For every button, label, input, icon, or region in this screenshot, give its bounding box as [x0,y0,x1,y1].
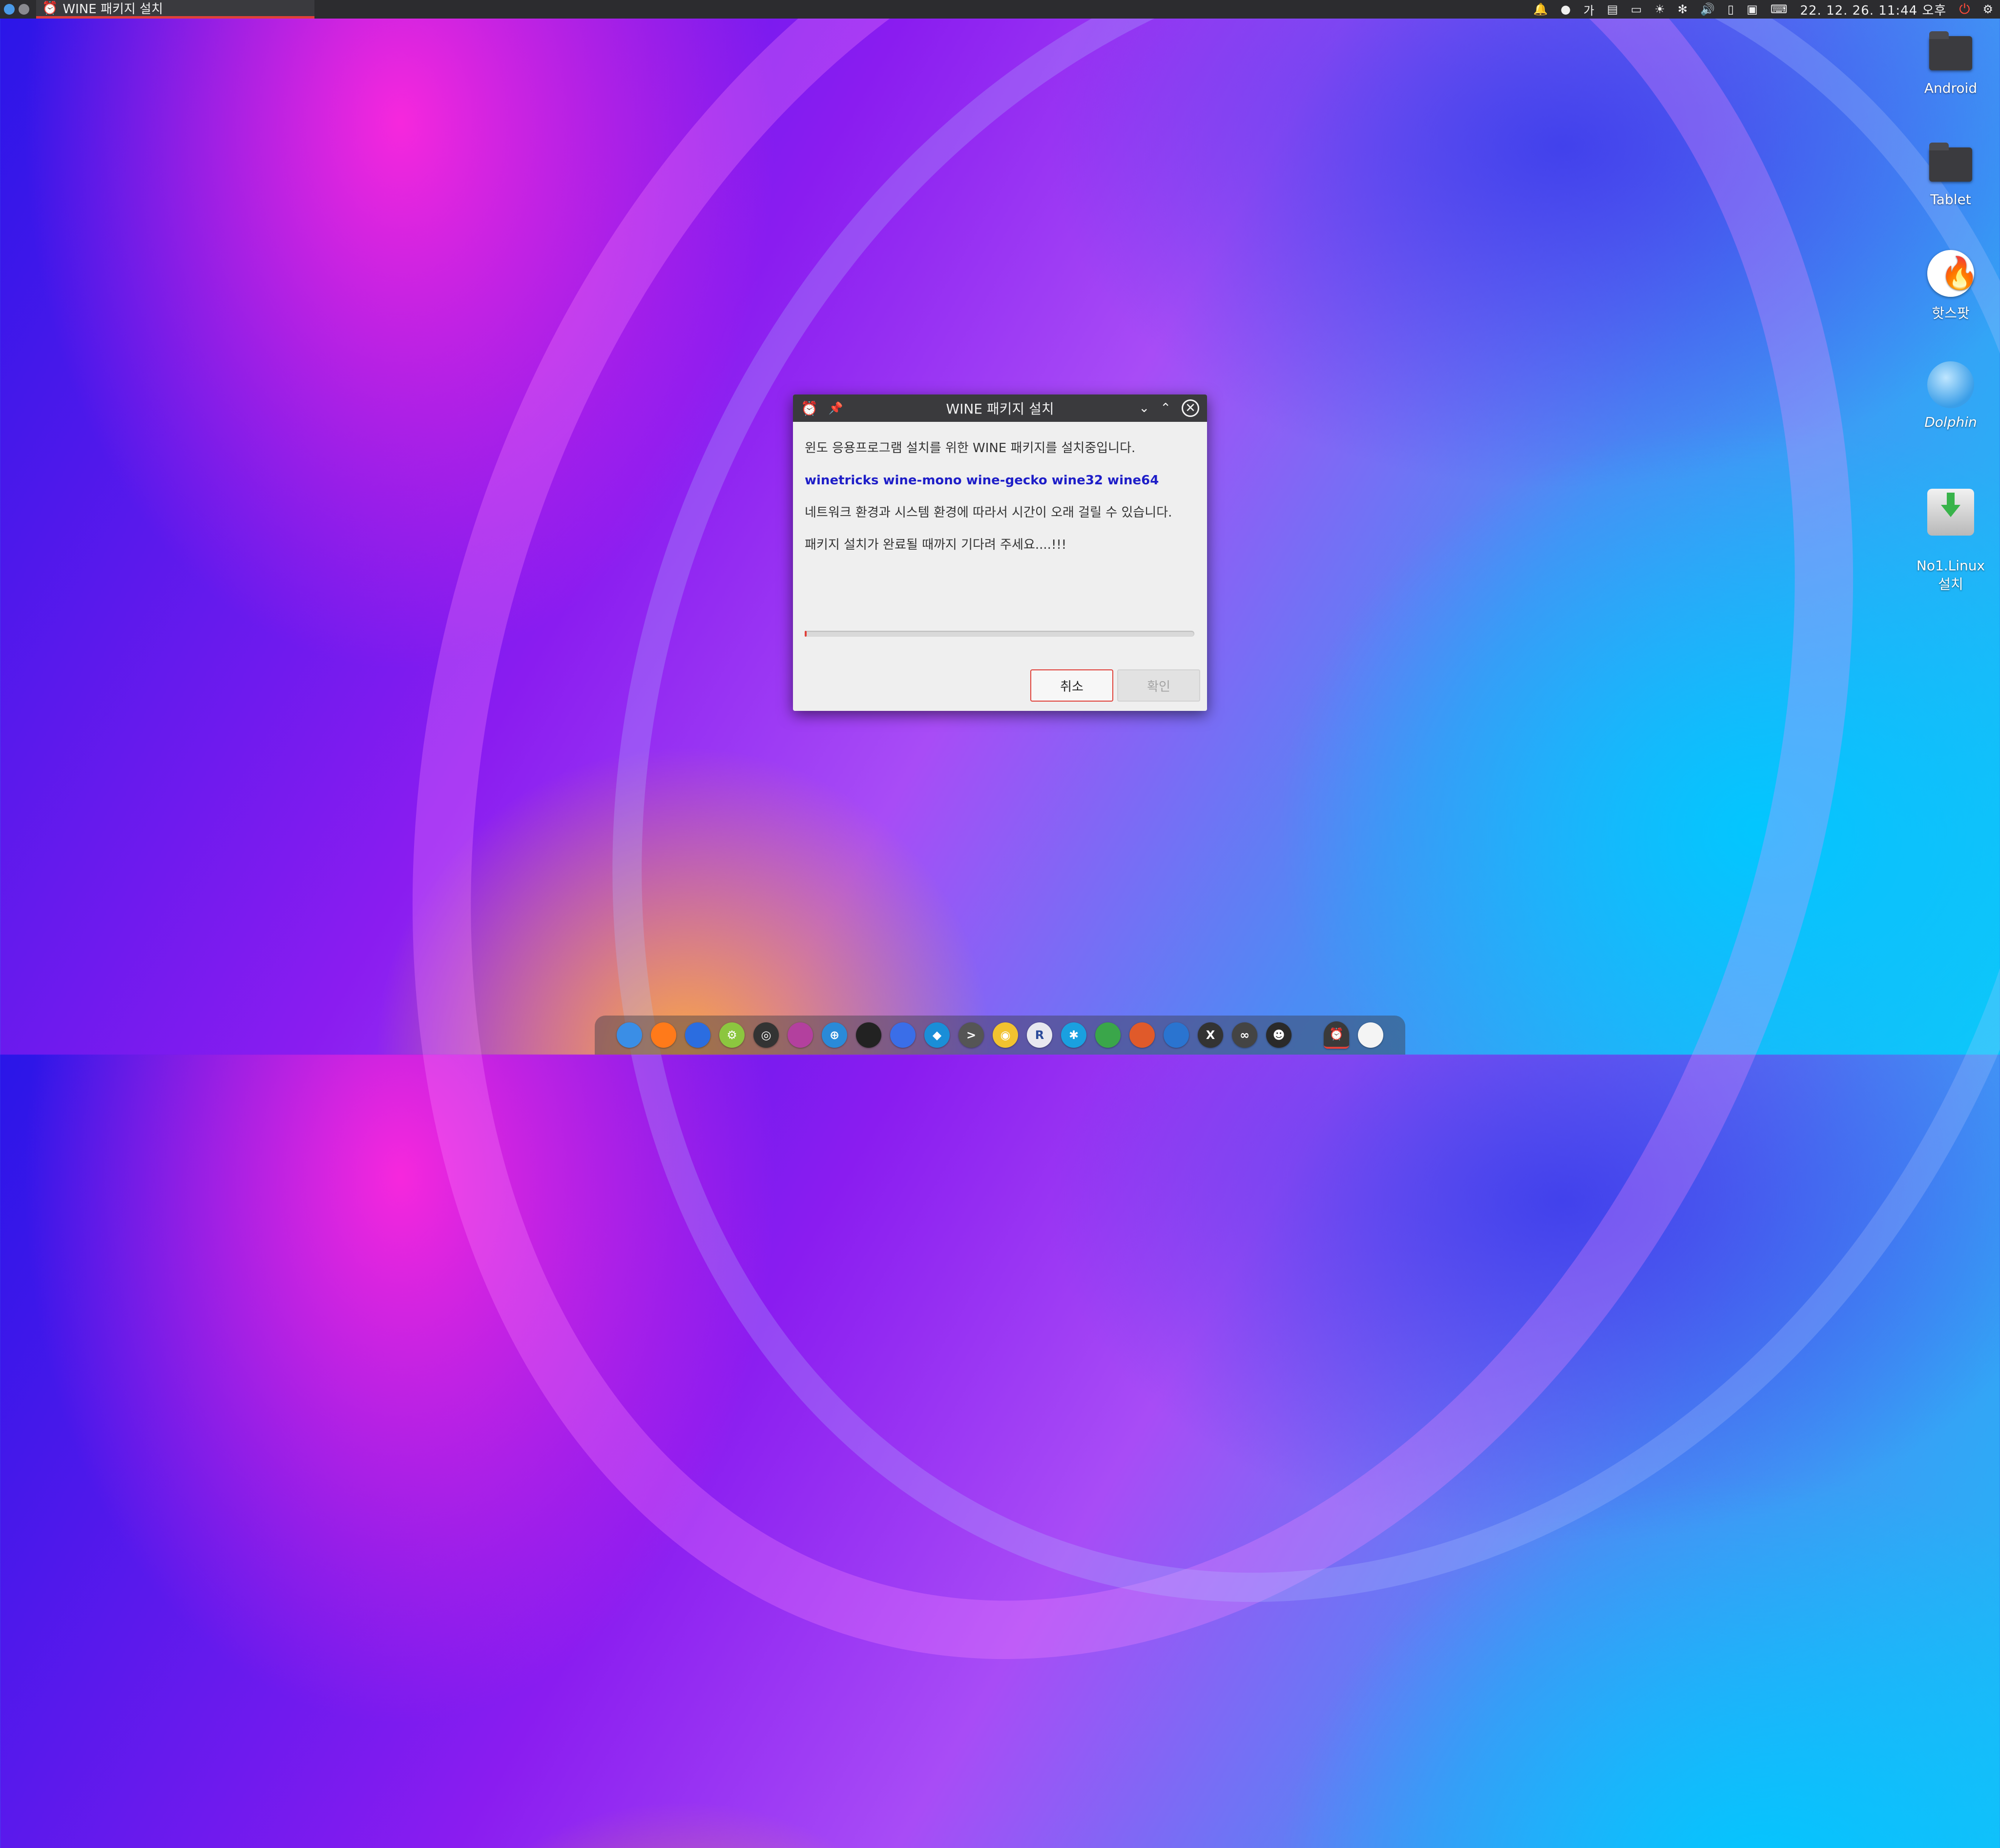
ime-indicator[interactable]: 가 [1583,1,1594,18]
bluetooth-icon[interactable]: ✻ [1678,2,1688,16]
dock-share-icon[interactable]: ∞ [1232,1022,1257,1048]
dock-finder-icon[interactable] [617,1022,642,1048]
dock-kdeconnect-icon[interactable]: ✱ [1061,1022,1086,1048]
dock-circle-app-icon[interactable] [1358,1022,1383,1048]
desktop-icon-label: No1.Linux 설치 [1916,558,1985,592]
dolphin-icon [1927,361,1974,408]
keyboard-icon[interactable]: ⌨ [1771,2,1788,16]
taskbar-item-label: WINE 패키지 설치 [62,2,163,17]
dock-cat-app-icon[interactable]: ☻ [1266,1022,1292,1048]
close-icon[interactable]: ✕ [1182,399,1199,417]
dock-disc-icon[interactable]: ◉ [993,1022,1018,1048]
dock-network-icon[interactable]: ⊕ [822,1022,847,1048]
desktop-icon-label: Android [1924,80,1978,96]
folder-icon [1927,27,1974,74]
dock-inkscape-icon[interactable] [856,1022,881,1048]
dock-presentation-icon[interactable] [1129,1022,1155,1048]
alarm-clock-icon: ⏰ [42,0,58,16]
dock-kodi-icon[interactable]: ◆ [924,1022,950,1048]
maximize-chevron-up-icon[interactable]: ⌃ [1160,401,1171,415]
dock-spreadsheet-icon[interactable] [1095,1022,1121,1048]
desktop-icon-label: Dolphin [1924,414,1977,430]
dialog-titlebar[interactable]: ⏰ 📌 WINE 패키지 설치 ⌄ ⌃ ✕ [793,395,1207,422]
dock-settings-icon[interactable]: ⚙ [719,1022,745,1048]
desktop-icon-android[interactable]: Android [1909,27,1992,96]
hotspot-flame-icon: 🔥 [1927,250,1979,297]
taskbar-item-wine-installer[interactable]: ⏰ WINE 패키지 설치 [36,0,314,19]
dock-firefox-icon[interactable] [651,1022,676,1048]
installer-icon [1927,489,1974,536]
desktop-icon-label: 핫스팟 [1932,305,1970,321]
display-icon[interactable]: ▭ [1631,2,1642,16]
folder-icon [1927,139,1974,186]
phone-icon[interactable]: ▯ [1728,2,1734,16]
alarm-clock-icon: ⏰ [801,400,818,416]
dialog-message-wait: 패키지 설치가 완료될 때까지 기다려 주세요....!!! [805,538,1067,552]
dock-mail-icon[interactable] [890,1022,916,1048]
app-menu-icon[interactable] [4,4,15,15]
dialog-message-intro: 윈도 응용프로그램 설치를 위한 WINE 패키지를 설치중입니다. [805,441,1136,456]
power-icon[interactable]: ⏻ [1959,1,1970,18]
dock-camera-icon[interactable]: ◎ [753,1022,779,1048]
dock-toggle-icon[interactable] [685,1022,710,1048]
screen-icon[interactable]: ▣ [1747,2,1758,16]
brightness-icon[interactable]: ☀ [1654,2,1665,16]
wallpaper-streak [184,0,2000,1848]
dock-terminal-icon[interactable]: > [958,1022,984,1048]
clock[interactable]: 22. 12. 26. 11:44 오후 [1800,0,1946,19]
dock-r-lang-icon[interactable]: R [1027,1022,1052,1048]
progress-fill [805,631,807,637]
clipboard-icon[interactable]: ▤ [1607,2,1618,16]
desktop-icon-label: Tablet [1930,191,1971,208]
desktop-icon-dolphin[interactable]: Dolphin [1909,361,1992,430]
dock-alarm-clock-icon[interactable]: ⏰ [1324,1021,1349,1049]
settings-gear-icon[interactable]: ⚙ [1982,2,1993,16]
dock: ⚙ ◎ ⊕ ◆ > ◉ R ✱ X ∞ ☻ ⏰ [595,1016,1405,1055]
notification-bell-icon[interactable]: 🔔 [1533,2,1548,16]
desktop-icon-installer[interactable]: No1.Linux 설치 [1909,473,1992,609]
desktop-icon-hotspot[interactable]: 🔥 핫스팟 [1909,250,1992,322]
install-progress-bar [805,631,1194,637]
wallpaper-streak [365,0,2000,1826]
dock-x-app-icon[interactable]: X [1198,1022,1223,1048]
dock-writer-icon[interactable] [1164,1022,1189,1048]
wine-install-dialog: ⏰ 📌 WINE 패키지 설치 ⌄ ⌃ ✕ 윈도 응용프로그램 설치를 위한 W… [793,395,1207,711]
cancel-button[interactable]: 취소 [1030,669,1113,702]
desktop-icon-tablet[interactable]: Tablet [1909,139,1992,208]
pin-icon[interactable]: 📌 [829,401,843,415]
minimize-chevron-down-icon[interactable]: ⌄ [1139,401,1149,415]
ok-button[interactable]: 확인 [1117,669,1200,702]
dialog-package-list: winetricks wine-mono wine-gecko wine32 w… [805,473,1159,488]
volume-icon[interactable]: 🔊 [1700,2,1715,16]
top-panel: ⏰ WINE 패키지 설치 🔔 ● 가 ▤ ▭ ☀ ✻ 🔊 ▯ ▣ ⌨ 22. … [0,0,2000,19]
status-dot-icon[interactable]: ● [1561,2,1571,16]
workspace-icon[interactable] [19,4,29,15]
dock-browser-icon[interactable] [788,1022,813,1048]
dialog-message-warning: 네트워크 환경과 시스템 환경에 따라서 시간이 오래 걸릴 수 있습니다. [805,505,1172,520]
